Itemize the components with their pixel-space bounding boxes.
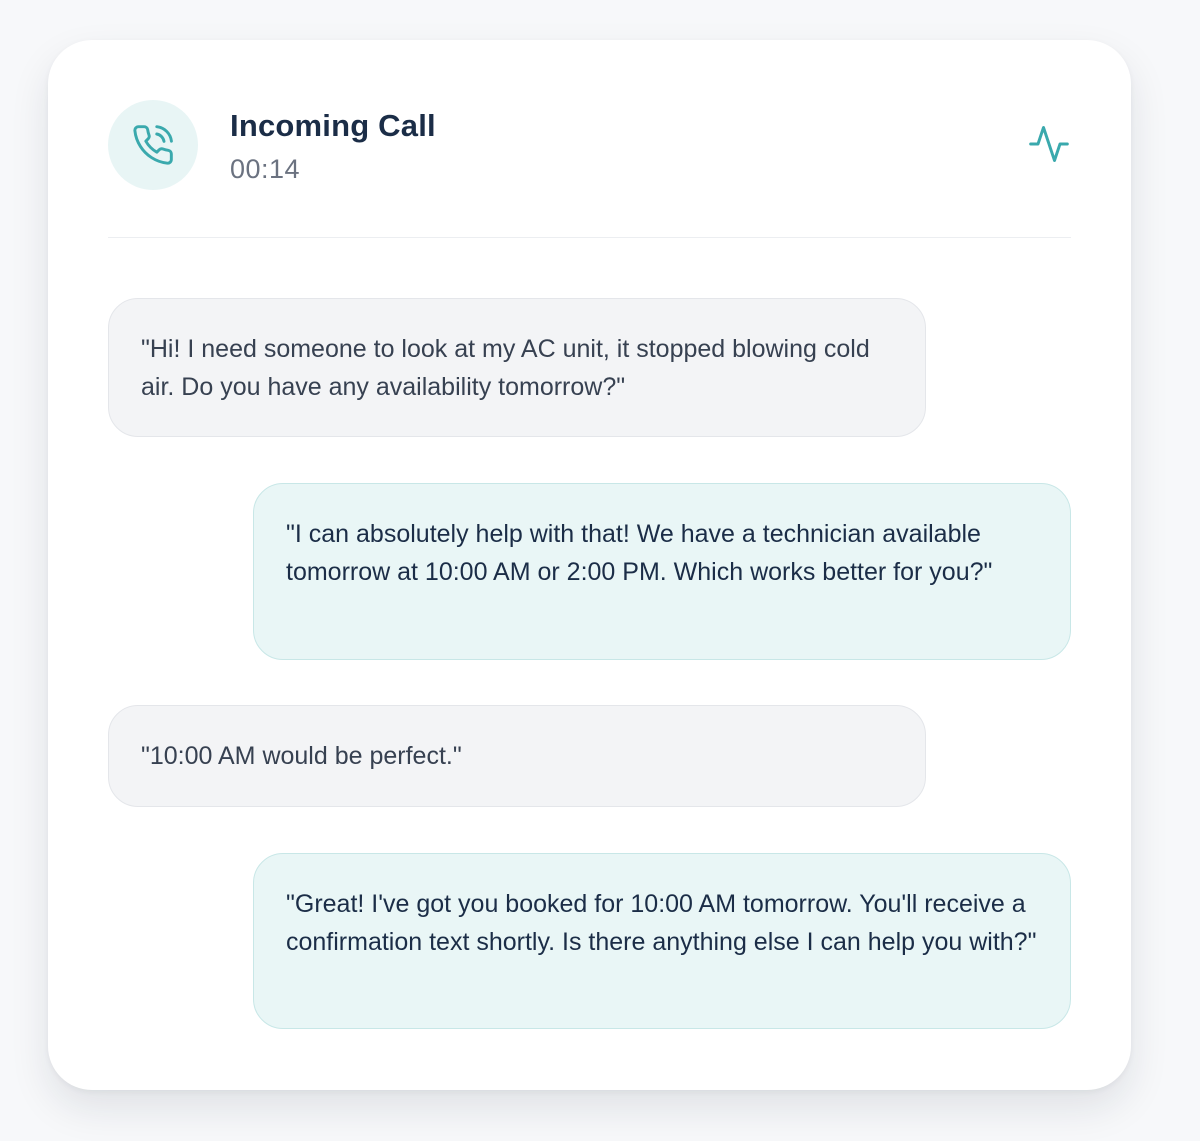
call-title: Incoming Call [230,108,436,143]
activity-pulse-icon [1029,126,1069,162]
caller-message: "10:00 AM would be perfect." [108,705,926,807]
caller-message: "Hi! I need someone to look at my AC uni… [108,298,926,437]
call-timer: 00:14 [230,154,301,184]
phone-call-icon [133,125,173,165]
call-avatar [108,100,198,190]
call-card: Incoming Call 00:14 "Hi! I need someone … [48,40,1131,1090]
agent-message: "I can absolutely help with that! We hav… [253,483,1071,660]
agent-message: "Great! I've got you booked for 10:00 AM… [253,853,1071,1029]
call-header: Incoming Call 00:14 [108,100,1071,238]
